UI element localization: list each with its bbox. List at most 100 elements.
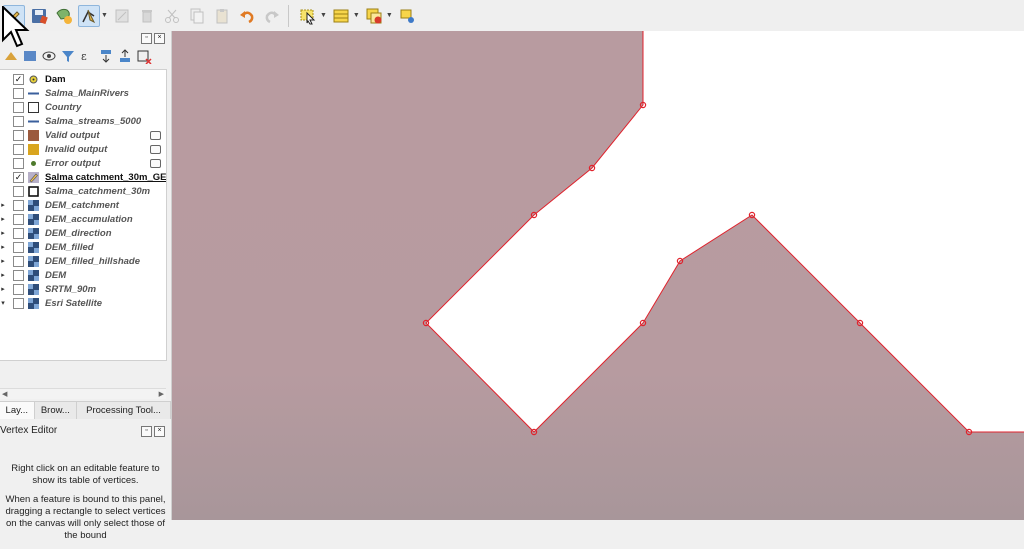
layer-visibility-checkbox[interactable] xyxy=(13,213,24,225)
cut-features-button[interactable] xyxy=(161,5,183,27)
layer-item-dem-direction[interactable]: ▸ DEM_direction xyxy=(0,226,166,240)
vertex-editor-body: Right click on an editable feature to sh… xyxy=(0,463,171,549)
tab-processing-toolbox[interactable]: Processing Tool... xyxy=(77,402,171,419)
save-icon xyxy=(32,8,48,24)
layer-item-salma-catchment-30m-gee[interactable]: ✓ Salma catchment_30m_GEE xyxy=(0,170,166,184)
memory-layer-icon[interactable] xyxy=(150,130,161,140)
raster-icon xyxy=(28,269,39,281)
layer-name: Valid output xyxy=(45,129,100,141)
vertex-tool-button[interactable] xyxy=(78,4,100,27)
map-canvas[interactable] xyxy=(172,31,1024,520)
expand-arrow-icon[interactable]: ▸ xyxy=(0,257,6,265)
collapse-all-icon[interactable] xyxy=(117,48,133,64)
expand-arrow-icon[interactable]: ▸ xyxy=(0,229,6,237)
add-polygon-icon xyxy=(56,8,72,24)
expand-arrow-icon[interactable]: ▸ xyxy=(0,243,6,251)
scroll-left-icon[interactable]: ◀ xyxy=(2,390,7,398)
layer-visibility-checkbox[interactable] xyxy=(13,101,24,113)
expand-arrow-icon[interactable]: ▸ xyxy=(0,201,6,209)
memory-layer-icon[interactable] xyxy=(150,144,161,154)
open-attribute-table-button[interactable] xyxy=(330,5,352,27)
layers-horizontal-scrollbar[interactable]: ◀ ▶ xyxy=(0,388,166,399)
layer-item-salma-mainrivers[interactable]: Salma_MainRivers xyxy=(0,86,166,100)
attribute-table-dropdown-icon[interactable]: ▼ xyxy=(353,12,360,19)
layer-visibility-checkbox[interactable] xyxy=(13,87,24,99)
identify-features-button[interactable] xyxy=(396,5,418,27)
select-dropdown-icon[interactable]: ▼ xyxy=(320,12,327,19)
layer-item-salma-catchment-30m[interactable]: Salma_catchment_30m xyxy=(0,184,166,198)
expand-all-icon[interactable] xyxy=(98,48,114,64)
trash-icon xyxy=(141,9,152,22)
layer-visibility-checkbox[interactable] xyxy=(13,255,24,267)
layer-item-dem-filled-hillshade[interactable]: ▸ DEM_filled_hillshade xyxy=(0,254,166,268)
layer-item-error-output[interactable]: Error output xyxy=(0,156,166,170)
layer-visibility-checkbox[interactable] xyxy=(13,283,24,295)
add-group-icon[interactable] xyxy=(22,48,38,64)
scroll-right-icon[interactable]: ▶ xyxy=(159,390,164,398)
filter-by-expression-icon[interactable]: ε xyxy=(79,48,95,64)
layer-item-dem-filled[interactable]: ▸ DEM_filled xyxy=(0,240,166,254)
collapse-arrow-icon[interactable]: ▾ xyxy=(0,299,6,307)
vertex-tool-icon xyxy=(82,9,96,23)
attribute-table-icon xyxy=(333,9,349,22)
layer-visibility-checkbox[interactable] xyxy=(13,269,24,281)
panel-controls: ▫ × xyxy=(141,33,165,44)
memory-layer-icon[interactable] xyxy=(150,158,161,168)
layer-item-country[interactable]: Country xyxy=(0,100,166,114)
vertex-tool-dropdown-icon[interactable]: ▼ xyxy=(101,12,108,19)
layer-visibility-checkbox[interactable]: ✓ xyxy=(13,73,24,85)
line-symbol-icon xyxy=(28,92,39,94)
raster-icon xyxy=(28,283,39,295)
layer-item-dem-catchment[interactable]: ▸ DEM_catchment xyxy=(0,198,166,212)
svg-text:ε: ε xyxy=(81,50,87,63)
layer-visibility-checkbox[interactable] xyxy=(13,297,24,309)
redo-button[interactable] xyxy=(261,5,283,27)
deselect-dropdown-icon[interactable]: ▼ xyxy=(386,12,393,19)
layer-visibility-checkbox[interactable] xyxy=(13,241,24,253)
layer-visibility-checkbox[interactable] xyxy=(13,199,24,211)
layer-visibility-checkbox[interactable]: ✓ xyxy=(13,171,24,183)
layer-item-dem-accumulation[interactable]: ▸ DEM_accumulation xyxy=(0,212,166,226)
expand-arrow-icon[interactable]: ▸ xyxy=(0,271,6,279)
undo-button[interactable] xyxy=(236,5,258,27)
select-features-button[interactable] xyxy=(297,5,319,27)
close-panel-button[interactable]: × xyxy=(154,33,165,44)
layer-item-esri-satellite[interactable]: ▾ Esri Satellite xyxy=(0,296,166,310)
layer-name: Esri Satellite xyxy=(45,297,103,309)
filter-legend-icon[interactable] xyxy=(60,48,76,64)
layer-visibility-checkbox[interactable] xyxy=(13,227,24,239)
expand-arrow-icon[interactable]: ▸ xyxy=(0,285,6,293)
tab-layers[interactable]: Lay... xyxy=(0,402,35,419)
close-panel-button[interactable]: × xyxy=(154,426,165,437)
deselect-features-button[interactable] xyxy=(363,5,385,27)
remove-layer-icon[interactable] xyxy=(136,48,152,64)
modify-attributes-button[interactable] xyxy=(111,5,133,27)
layer-name: Salma catchment_30m_GEE xyxy=(45,171,167,183)
float-panel-button[interactable]: ▫ xyxy=(141,426,152,437)
layer-visibility-checkbox[interactable] xyxy=(13,143,24,155)
layers-tree: ✓ Dam Salma_MainRivers Country Salma_str… xyxy=(0,69,167,361)
vertex-editor-hint-bound: When a feature is bound to this panel, d… xyxy=(5,494,166,541)
layer-item-dam[interactable]: ✓ Dam xyxy=(0,72,166,86)
layer-visibility-checkbox[interactable] xyxy=(13,157,24,169)
open-layer-styling-icon[interactable] xyxy=(3,48,19,64)
paste-features-button[interactable] xyxy=(211,5,233,27)
layer-item-salma-streams-5000[interactable]: Salma_streams_5000 xyxy=(0,114,166,128)
layer-item-srtm-90m[interactable]: ▸ SRTM_90m xyxy=(0,282,166,296)
expand-arrow-icon[interactable]: ▸ xyxy=(0,215,6,223)
delete-selected-button[interactable] xyxy=(136,5,158,27)
copy-features-button[interactable] xyxy=(186,5,208,27)
raster-icon xyxy=(28,199,39,211)
manage-map-themes-icon[interactable] xyxy=(41,48,57,64)
layer-visibility-checkbox[interactable] xyxy=(13,129,24,141)
save-edits-button[interactable] xyxy=(28,5,50,27)
add-polygon-feature-button[interactable] xyxy=(53,5,75,27)
layer-item-valid-output[interactable]: Valid output xyxy=(0,128,166,142)
layer-visibility-checkbox[interactable] xyxy=(13,115,24,127)
panel-tabs: Lay... Brow... Processing Tool... xyxy=(0,401,171,420)
float-panel-button[interactable]: ▫ xyxy=(141,33,152,44)
layer-item-dem[interactable]: ▸ DEM xyxy=(0,268,166,282)
layer-item-invalid-output[interactable]: Invalid output xyxy=(0,142,166,156)
tab-browser[interactable]: Brow... xyxy=(34,402,78,419)
layer-visibility-checkbox[interactable] xyxy=(13,185,24,197)
